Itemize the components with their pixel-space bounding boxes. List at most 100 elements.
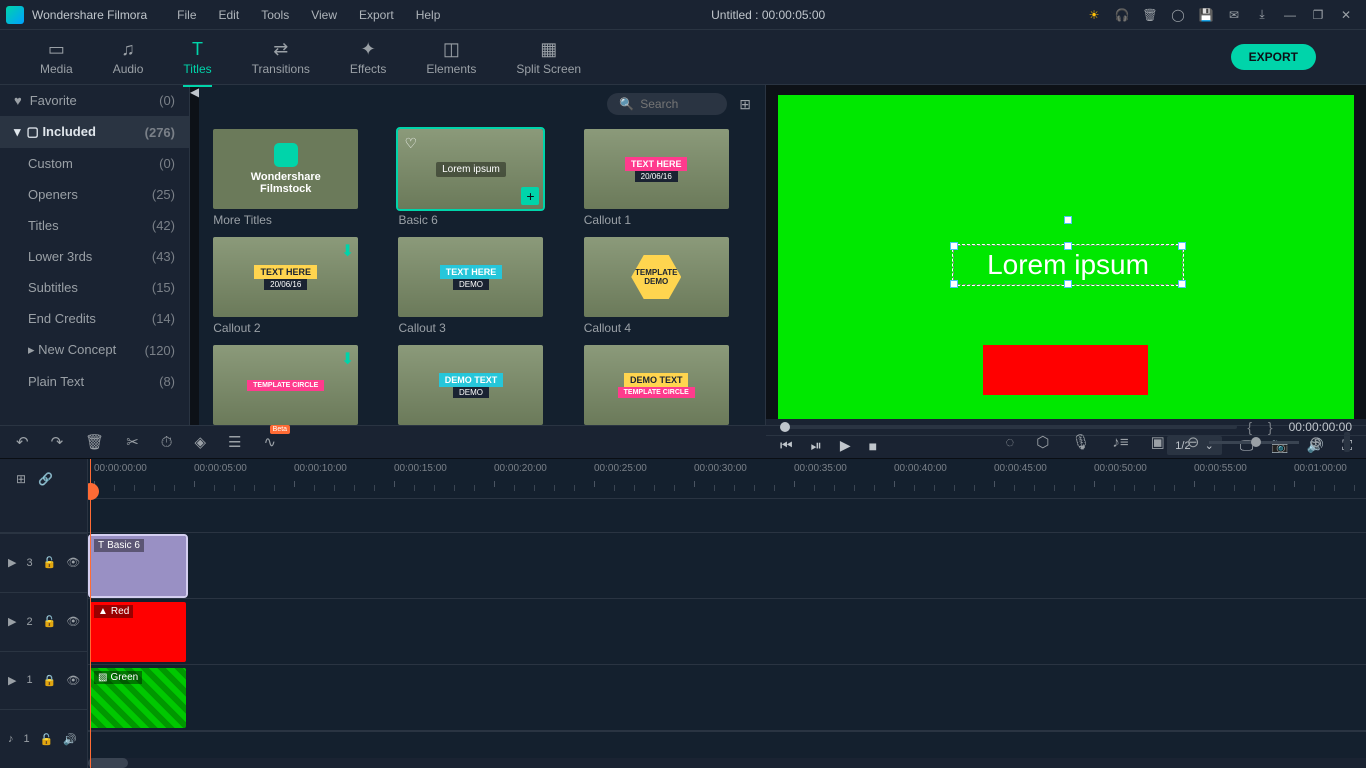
keyframe-icon[interactable]: ▣ xyxy=(1151,433,1165,451)
red-element[interactable] xyxy=(983,345,1148,395)
sidebar-item-custom[interactable]: Custom(0) xyxy=(0,148,189,179)
resize-handle[interactable] xyxy=(1178,242,1186,250)
menu-file[interactable]: File xyxy=(167,4,206,26)
clip-basic6[interactable]: TBasic 6 xyxy=(90,536,186,596)
resize-handle[interactable] xyxy=(1064,242,1072,250)
preview-canvas[interactable]: Lorem ipsum xyxy=(778,95,1354,419)
marker-icon[interactable]: ⬡ xyxy=(1036,433,1049,451)
eye-icon[interactable]: 👁 xyxy=(66,615,80,628)
lock-icon[interactable]: 🔓 xyxy=(40,733,54,746)
sidebar-item-plaintext[interactable]: Plain Text(8) xyxy=(0,366,189,397)
card-callout4[interactable]: TEMPLATEDEMOCallout 4 xyxy=(584,237,751,335)
menu-edit[interactable]: Edit xyxy=(209,4,250,26)
track-head-2[interactable]: ▶2🔓👁 xyxy=(0,592,87,651)
grid-view-icon[interactable]: ⊞ xyxy=(739,96,751,113)
sidebar-item-lower3rds[interactable]: Lower 3rds(43) xyxy=(0,241,189,272)
card-callout1[interactable]: TEXT HERE20/06/16Callout 1 xyxy=(584,129,751,227)
delete-icon[interactable]: 🗑 xyxy=(85,433,104,451)
card-row3-2[interactable]: DEMO TEXTDEMO xyxy=(398,345,565,425)
tab-splitscreen[interactable]: ▦Split Screen xyxy=(496,35,601,80)
sidebar-included[interactable]: ▾▢ Included(276) xyxy=(0,116,189,148)
tab-media[interactable]: ▭Media xyxy=(20,35,93,80)
add-icon[interactable]: + xyxy=(521,187,539,205)
tab-elements[interactable]: ◫Elements xyxy=(406,35,496,80)
track-area[interactable]: 00:00:00:0000:00:05:0000:00:10:0000:00:1… xyxy=(88,459,1366,768)
lightbulb-icon[interactable]: ☀ xyxy=(1086,7,1102,23)
adjust-icon[interactable]: ☰ xyxy=(228,433,241,451)
track-1[interactable]: ▧Green xyxy=(88,665,1366,731)
resize-handle[interactable] xyxy=(1064,280,1072,288)
rotate-handle[interactable] xyxy=(1064,216,1072,224)
add-track-icon[interactable]: ⊞ xyxy=(16,472,26,486)
clip-green[interactable]: ▧Green xyxy=(90,668,186,728)
sidebar-favorite[interactable]: ♥Favorite(0) xyxy=(0,85,189,116)
audio-track[interactable] xyxy=(88,731,1366,759)
close-button[interactable]: ✕ xyxy=(1338,7,1354,23)
heart-outline-icon[interactable]: ♡ xyxy=(404,135,417,152)
export-button[interactable]: EXPORT xyxy=(1231,44,1316,70)
zoom-out-icon[interactable]: ⊖ xyxy=(1187,433,1200,451)
menu-export[interactable]: Export xyxy=(349,4,404,26)
render-icon[interactable]: ◌ xyxy=(1005,434,1014,451)
card-row3-3[interactable]: DEMO TEXTTEMPLATE CIRCLE xyxy=(584,345,751,425)
scrollbar-thumb[interactable] xyxy=(88,758,128,768)
tab-effects[interactable]: ✦Effects xyxy=(330,35,406,80)
tab-audio[interactable]: ♫Audio xyxy=(93,35,164,80)
speed-icon[interactable]: ⏱ xyxy=(161,434,173,451)
lock-closed-icon[interactable]: 🔒 xyxy=(43,674,57,687)
download-arrow-icon[interactable]: ⬇ xyxy=(341,349,354,369)
minimize-button[interactable]: — xyxy=(1282,7,1298,23)
scrub-track[interactable] xyxy=(780,425,1237,429)
cut-icon[interactable]: ✂ xyxy=(126,433,139,451)
redo-icon[interactable]: ↷ xyxy=(51,433,64,451)
search-box[interactable]: 🔍 xyxy=(607,93,727,115)
speaker-icon[interactable]: 🔊 xyxy=(63,733,77,746)
resize-handle[interactable] xyxy=(950,280,958,288)
download-icon[interactable]: ⤓ xyxy=(1254,7,1270,23)
eye-icon[interactable]: 👁 xyxy=(66,674,80,687)
mail-icon[interactable]: ✉ xyxy=(1226,7,1242,23)
sidebar-collapse-handle[interactable]: ◀ xyxy=(190,85,199,425)
crop-icon[interactable]: ◈ xyxy=(194,433,206,451)
trash-icon[interactable]: 🗑 xyxy=(1142,7,1158,23)
play-icon[interactable]: ▶ xyxy=(840,437,851,454)
tab-transitions[interactable]: ⇄Transitions xyxy=(232,35,330,80)
lock-icon[interactable]: 🔓 xyxy=(43,556,57,569)
link-icon[interactable]: 🔗 xyxy=(38,472,53,486)
menu-help[interactable]: Help xyxy=(406,4,451,26)
audio-beta-icon[interactable]: ∿Beta xyxy=(263,433,276,451)
stop-icon[interactable]: ■ xyxy=(869,438,877,454)
download-arrow-icon[interactable]: ⬇ xyxy=(341,241,354,261)
text-bounding-box[interactable]: Lorem ipsum xyxy=(953,245,1183,285)
resize-handle[interactable] xyxy=(1178,280,1186,288)
playhead[interactable] xyxy=(90,459,91,768)
audio-track-head[interactable]: ♪1🔓🔊 xyxy=(0,709,87,768)
zoom-slider[interactable] xyxy=(1209,441,1299,444)
eye-icon[interactable]: 👁 xyxy=(66,556,80,569)
save-icon[interactable]: 💾 xyxy=(1198,7,1214,23)
sidebar-item-titles[interactable]: Titles(42) xyxy=(0,210,189,241)
track-3[interactable]: TBasic 6 xyxy=(88,533,1366,599)
account-icon[interactable]: ◯ xyxy=(1170,7,1186,23)
time-ruler[interactable]: 00:00:00:0000:00:05:0000:00:10:0000:00:1… xyxy=(88,459,1366,499)
scrub-knob[interactable] xyxy=(780,422,790,432)
panel-divider[interactable] xyxy=(1344,432,1350,452)
card-basic6[interactable]: ♡Lorem ipsum+Basic 6 xyxy=(398,129,565,227)
sidebar-item-endcredits[interactable]: End Credits(14) xyxy=(0,303,189,334)
menu-tools[interactable]: Tools xyxy=(251,4,299,26)
maximize-button[interactable]: ❐ xyxy=(1310,7,1326,23)
voiceover-icon[interactable]: 🎙 xyxy=(1071,433,1090,451)
mixer-icon[interactable]: ♪≡ xyxy=(1112,434,1128,451)
sidebar-item-newconcept[interactable]: ▸ New Concept(120) xyxy=(0,334,189,366)
card-callout2[interactable]: ⬇TEXT HERE20/06/16Callout 2 xyxy=(213,237,380,335)
menu-view[interactable]: View xyxy=(301,4,347,26)
track-head-3[interactable]: ▶3🔓👁 xyxy=(0,533,87,592)
zoom-in-icon[interactable]: ⊕ xyxy=(1309,433,1322,451)
search-input[interactable] xyxy=(640,97,720,111)
zoom-knob[interactable] xyxy=(1251,437,1261,447)
track-head-1[interactable]: ▶1🔒👁 xyxy=(0,651,87,710)
step-back-icon[interactable]: ⏮ xyxy=(780,437,793,454)
card-more-titles[interactable]: WondershareFilmstockMore Titles xyxy=(213,129,380,227)
tab-titles[interactable]: TTitles xyxy=(163,35,231,80)
play-pause-icon[interactable]: ⏯ xyxy=(811,437,822,454)
